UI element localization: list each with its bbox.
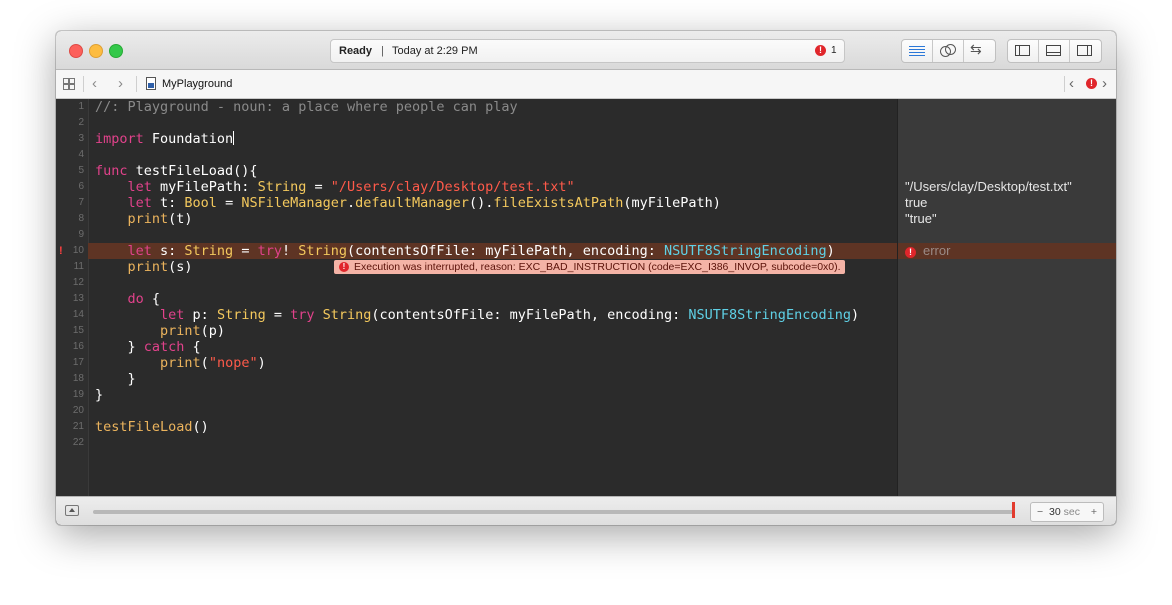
error-count[interactable]: 1 bbox=[831, 40, 837, 62]
status-text: Ready bbox=[339, 45, 373, 57]
line-number: 16 bbox=[72, 341, 84, 352]
title-bar: Ready | Today at 2:29 PM ! 1 ⇆ bbox=[56, 31, 1116, 70]
debug-area-toggle-icon bbox=[1046, 45, 1061, 56]
error-message-text: Execution was interrupted, reason: EXC_B… bbox=[354, 261, 841, 273]
code-line[interactable]: print(t) bbox=[95, 211, 193, 227]
divider bbox=[83, 76, 84, 92]
line-number: 9 bbox=[78, 229, 84, 240]
timeline-bar: − 30 sec + bbox=[56, 496, 1116, 525]
line-number: 18 bbox=[72, 373, 84, 384]
line-number: 13 bbox=[72, 293, 84, 304]
status-time: Today at 2:29 PM bbox=[392, 45, 478, 57]
version-editor-button[interactable]: ⇆ bbox=[964, 40, 994, 62]
playground-file-icon bbox=[146, 77, 156, 90]
code-line[interactable]: } bbox=[95, 387, 103, 403]
code-line[interactable]: let p: String = try String(contentsOfFil… bbox=[95, 307, 859, 323]
line-number: 22 bbox=[72, 437, 84, 448]
utilities-toggle-button[interactable] bbox=[1070, 40, 1100, 62]
timeline-slider-track[interactable] bbox=[93, 510, 1015, 514]
code-line[interactable]: testFileLoad() bbox=[95, 419, 209, 435]
activity-viewer[interactable]: Ready | Today at 2:29 PM ! 1 bbox=[330, 39, 845, 63]
code-line[interactable]: } catch { bbox=[95, 339, 201, 355]
code-line[interactable]: print(s) bbox=[95, 259, 193, 275]
related-items-icon[interactable] bbox=[63, 78, 75, 90]
text-cursor bbox=[233, 131, 235, 145]
line-number: 7 bbox=[78, 197, 84, 208]
next-issue-button[interactable]: › bbox=[1102, 75, 1107, 92]
result-error[interactable]: ! error bbox=[905, 243, 950, 259]
error-message-banner[interactable]: ! Execution was interrupted, reason: EXC… bbox=[334, 260, 845, 274]
navigator-toggle-button[interactable] bbox=[1008, 40, 1039, 62]
forward-button[interactable]: › bbox=[118, 75, 123, 92]
increment-button[interactable]: + bbox=[1091, 503, 1097, 521]
line-number: 17 bbox=[72, 357, 84, 368]
previous-issue-button[interactable]: ‹ bbox=[1069, 75, 1074, 92]
code-line[interactable]: do { bbox=[95, 291, 161, 307]
line-number: 1 bbox=[78, 101, 84, 112]
line-number: 15 bbox=[72, 325, 84, 336]
line-number: 21 bbox=[72, 421, 84, 432]
assistant-editor-icon bbox=[940, 44, 956, 58]
decrement-button[interactable]: − bbox=[1037, 503, 1043, 521]
code-line[interactable]: import Foundation bbox=[95, 131, 235, 147]
line-number: 2 bbox=[78, 117, 84, 128]
editor-mode-control: ⇆ bbox=[901, 39, 996, 63]
line-number: 5 bbox=[78, 165, 84, 176]
result-value[interactable]: "/Users/clay/Desktop/test.txt" bbox=[905, 179, 1072, 195]
error-icon: ! bbox=[905, 247, 916, 258]
line-number: 6 bbox=[78, 181, 84, 192]
result-value[interactable]: "true" bbox=[905, 211, 937, 227]
playground-window: Ready | Today at 2:29 PM ! 1 ⇆ ‹ › MyPla… bbox=[56, 31, 1116, 525]
back-button[interactable]: ‹ bbox=[92, 75, 97, 92]
view-toggle-control bbox=[1007, 39, 1102, 63]
line-number: 3 bbox=[78, 133, 84, 144]
results-sidebar: "/Users/clay/Desktop/test.txt" true "tru… bbox=[897, 99, 1116, 525]
line-number: 19 bbox=[72, 389, 84, 400]
standard-editor-icon bbox=[909, 46, 925, 58]
code-line[interactable]: func testFileLoad(){ bbox=[95, 163, 258, 179]
divider bbox=[1064, 76, 1065, 92]
error-icon: ! bbox=[339, 262, 349, 272]
assistant-editor-button[interactable] bbox=[933, 40, 964, 62]
code-line[interactable]: print(p) bbox=[95, 323, 225, 339]
divider bbox=[136, 76, 137, 92]
code-line[interactable]: //: Playground - noun: a place where peo… bbox=[95, 99, 518, 115]
issue-error-icon[interactable]: ! bbox=[1086, 78, 1097, 89]
status-separator: | bbox=[381, 45, 384, 57]
standard-editor-button[interactable] bbox=[902, 40, 933, 62]
zoom-window-button[interactable] bbox=[109, 44, 123, 58]
source-editor[interactable]: 1 //: Playground - noun: a place where pe… bbox=[56, 99, 897, 525]
show-debug-area-icon[interactable] bbox=[65, 505, 79, 516]
line-number: 10 bbox=[72, 245, 84, 256]
error-icon[interactable]: ! bbox=[815, 45, 826, 56]
code-line[interactable]: print("nope") bbox=[95, 355, 266, 371]
line-number: 12 bbox=[72, 277, 84, 288]
duration-value: 30 bbox=[1049, 506, 1061, 518]
navigator-toggle-icon bbox=[1015, 45, 1030, 56]
timeline-duration-stepper[interactable]: − 30 sec + bbox=[1030, 502, 1104, 522]
duration-unit: sec bbox=[1063, 506, 1080, 518]
line-number: 8 bbox=[78, 213, 84, 224]
minimize-window-button[interactable] bbox=[89, 44, 103, 58]
breadcrumb-file[interactable]: MyPlayground bbox=[162, 78, 232, 90]
line-number: 11 bbox=[73, 261, 84, 272]
debug-area-toggle-button[interactable] bbox=[1039, 40, 1070, 62]
version-editor-icon: ⇆ bbox=[970, 41, 982, 57]
code-line[interactable]: let t: Bool = NSFileManager.defaultManag… bbox=[95, 195, 721, 211]
utilities-toggle-icon bbox=[1077, 45, 1092, 56]
code-line[interactable]: } bbox=[95, 371, 136, 387]
line-number: 14 bbox=[72, 309, 84, 320]
line-number: 20 bbox=[72, 405, 84, 416]
result-value[interactable]: true bbox=[905, 195, 927, 211]
code-line[interactable]: let myFilePath: String = "/Users/clay/De… bbox=[95, 179, 575, 195]
result-error-text: error bbox=[923, 243, 951, 258]
code-line[interactable]: let s: String = try! String(contentsOfFi… bbox=[95, 243, 835, 259]
jump-bar: ‹ › MyPlayground ‹ ! › bbox=[56, 70, 1116, 99]
close-window-button[interactable] bbox=[69, 44, 83, 58]
line-number: 4 bbox=[78, 149, 84, 160]
timeline-slider-thumb[interactable] bbox=[1012, 502, 1015, 518]
